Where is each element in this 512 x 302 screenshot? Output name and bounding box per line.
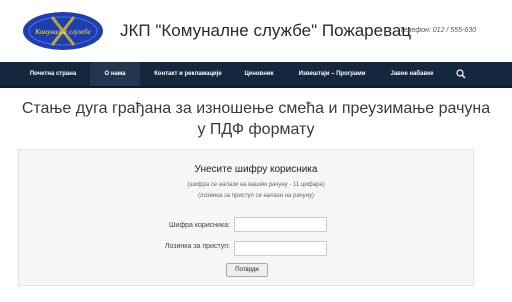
- user-code-input[interactable]: [234, 217, 327, 232]
- site-header: Комуналне службе ЈКП "Комуналне службе" …: [0, 0, 512, 62]
- nav-item-procurement[interactable]: Јавне набавке: [380, 62, 444, 86]
- nav-item-reports[interactable]: Извештаји – Програми: [292, 62, 372, 86]
- nav-item-about[interactable]: О нама: [90, 62, 140, 86]
- nav-item-contact[interactable]: Контакт и рекламације: [146, 62, 230, 86]
- nav-item-home[interactable]: Почетна страна: [20, 62, 86, 86]
- phone-number: Телефон: 012 / 555-630: [399, 27, 476, 34]
- form-note-code: (шифра се налази на вашем рачуну - 11 ци…: [187, 182, 325, 188]
- search-icon[interactable]: [456, 69, 466, 79]
- code-label: Шифра корисника:: [169, 222, 230, 229]
- site-title: ЈКП "Комуналне службе" Пожаревац: [120, 21, 412, 40]
- page-title-line2: у ПДФ формату: [197, 121, 315, 138]
- logo-text: Комуналне службе: [34, 28, 91, 36]
- password-label: Лозинка за приступ:: [164, 243, 230, 250]
- form-title: Унесите шифру корисника: [194, 164, 318, 175]
- company-logo[interactable]: Комуналне службе: [22, 11, 104, 51]
- form-note-password: (лозинка за приступ се налази на рачуну): [198, 193, 314, 199]
- main-navigation: Почетна страна О нама Контакт и рекламац…: [0, 62, 512, 88]
- submit-button[interactable]: Потврди: [226, 263, 268, 277]
- nav-item-pricelist[interactable]: Ценовник: [236, 62, 282, 86]
- password-input[interactable]: [234, 241, 327, 256]
- page-title-line1: Стање дуга грађана за изношење смећа и п…: [21, 100, 491, 117]
